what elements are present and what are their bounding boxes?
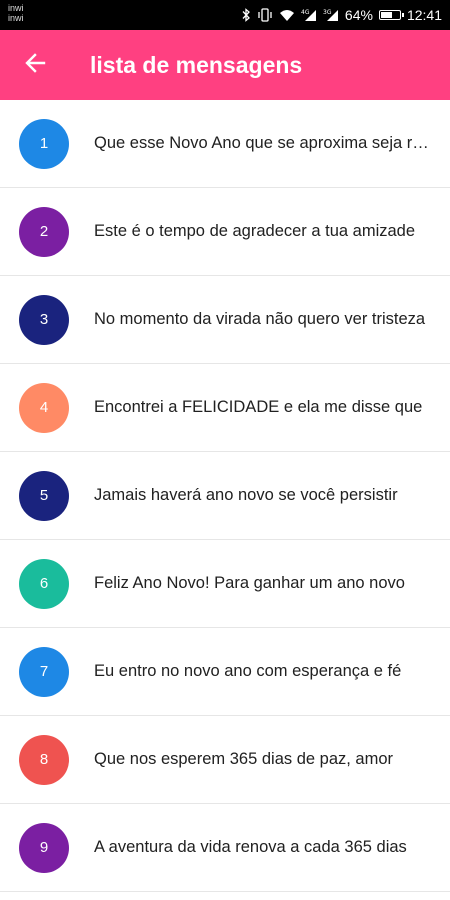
message-text: No momento da virada não quero ver trist…	[94, 310, 426, 328]
carrier-line-2: inwi	[8, 13, 24, 23]
message-item[interactable]: 3 No momento da virada não quero ver tris…	[0, 276, 450, 364]
message-number-avatar: 9	[19, 822, 69, 873]
message-number-avatar: 2	[19, 206, 69, 257]
back-button[interactable]	[0, 30, 70, 100]
message-item[interactable]: 2 Este é o tempo de agradecer a tua amiza…	[0, 188, 450, 276]
message-item[interactable]: 8 Que nos esperem 365 dias de paz, amor	[0, 716, 450, 804]
arrow-back-icon	[24, 52, 46, 79]
bluetooth-icon	[241, 0, 251, 30]
message-text: Que esse Novo Ano que se aproxima seja r…	[94, 134, 430, 152]
message-number-avatar: 4	[19, 382, 69, 433]
signal-4g-icon: 4G	[301, 0, 317, 30]
message-text: A aventura da vida renova a cada 365 dia…	[94, 838, 407, 856]
message-list: 1 Que esse Novo Ano que se aproxima seja …	[0, 100, 450, 892]
svg-text:4G: 4G	[301, 9, 310, 16]
carrier-line-1: inwi	[8, 3, 24, 13]
status-bar: inwi inwi 4G 3G 64% 12:41	[0, 0, 450, 30]
message-item[interactable]: 4 Encontrei a FELICIDADE e ela me disse q…	[0, 364, 450, 452]
message-text: Eu entro no novo ano com esperança e fé	[94, 662, 402, 680]
vibrate-icon	[257, 0, 273, 30]
message-item[interactable]: 6 Feliz Ano Novo! Para ganhar um ano novo	[0, 540, 450, 628]
message-item[interactable]: 7 Eu entro no novo ano com esperança e fé	[0, 628, 450, 716]
status-icons: 4G 3G 64% 12:41	[241, 0, 442, 30]
message-number-avatar: 6	[19, 558, 69, 609]
battery-icon	[378, 0, 404, 30]
status-time: 12:41	[406, 7, 442, 23]
svg-text:3G: 3G	[323, 9, 332, 16]
message-text: Que nos esperem 365 dias de paz, amor	[94, 750, 394, 768]
carrier-label: inwi inwi	[8, 3, 24, 23]
wifi-icon	[279, 0, 295, 30]
page-title: lista de mensagens	[90, 51, 303, 78]
message-number-avatar: 5	[19, 470, 69, 521]
message-item[interactable]: 5 Jamais haverá ano novo se você persisti…	[0, 452, 450, 540]
message-number-avatar: 3	[19, 294, 69, 345]
message-item[interactable]: 9 A aventura da vida renova a cada 365 di…	[0, 804, 450, 892]
message-number-avatar: 8	[19, 734, 69, 785]
message-item[interactable]: 1 Que esse Novo Ano que se aproxima seja …	[0, 100, 450, 188]
message-text: Este é o tempo de agradecer a tua amizad…	[94, 222, 416, 240]
app-bar: lista de mensagens	[0, 30, 450, 100]
message-number-avatar: 7	[19, 646, 69, 697]
battery-percent: 64%	[344, 7, 373, 23]
message-text: Feliz Ano Novo! Para ganhar um ano novo	[94, 574, 405, 592]
message-text: Jamais haverá ano novo se você persistir	[94, 486, 398, 504]
signal-3g-icon: 3G	[323, 0, 339, 30]
message-text: Encontrei a FELICIDADE e ela me disse qu…	[94, 398, 423, 416]
battery-fill	[380, 12, 393, 18]
message-number-avatar: 1	[19, 118, 69, 169]
